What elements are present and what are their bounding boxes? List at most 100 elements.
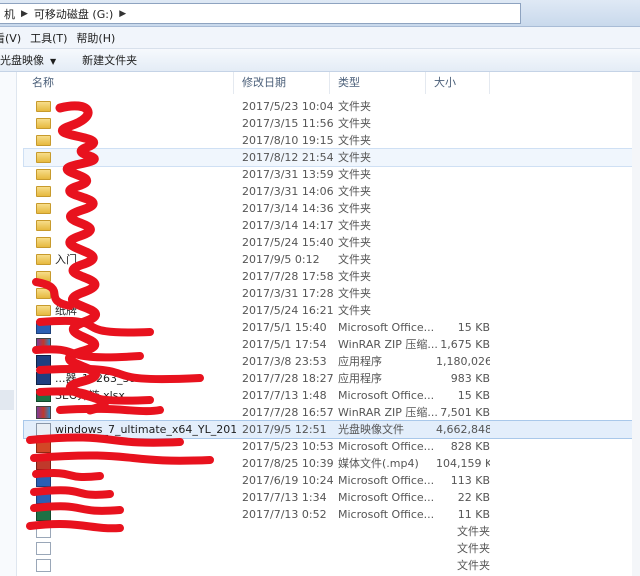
nav-selection[interactable] [0,390,14,410]
folder-icon [36,186,51,197]
column-date[interactable]: 修改日期 [234,72,330,94]
rar-icon [36,338,51,351]
file-name-cell[interactable] [36,268,236,285]
file-size [436,302,490,319]
file-name-cell[interactable] [36,557,236,574]
file-date: 2017/5/1 15:40 [242,321,327,334]
file-row[interactable]: 2017/3/31 14:06 文件夹 [24,183,640,200]
blank-icon [36,559,51,572]
file-row[interactable]: 2017/3/14 14:17 文件夹 [24,217,640,234]
file-size [436,115,490,132]
file-row[interactable]: windows_7_ultimate_x64_YL_2017.iso 2017/9… [23,420,640,439]
file-name-cell[interactable] [36,149,236,166]
file-name-cell[interactable] [36,353,236,370]
file-row[interactable]: 2017/8/10 19:15 文件夹 [24,132,640,149]
folder-icon [36,254,51,265]
file-type: 文件夹 [338,304,371,317]
file-size: 1,180,026... [436,355,490,368]
file-date: 2017/7/13 1:48 [242,389,327,402]
file-row[interactable]: 2017/7/28 16:57 WinRAR ZIP 压缩... 7,501 KB [24,404,640,421]
breadcrumb-computer[interactable]: 机 [0,6,19,22]
file-row[interactable]: 2017/3/31 17:28 文件夹 [24,285,640,302]
file-row[interactable]: 文件夹 [24,540,640,557]
column-type[interactable]: 类型 [330,72,426,94]
file-name-cell[interactable]: 纸牌 [36,302,236,319]
file-name-cell[interactable] [36,472,236,489]
file-size: 文件夹 [457,559,490,572]
file-name-cell[interactable] [36,115,236,132]
column-size[interactable]: 大小 [426,72,490,94]
navigation-pane[interactable] [0,72,17,576]
file-name-cell[interactable] [36,455,236,472]
file-row[interactable]: 2017/7/13 0:52 Microsoft Office... 11 KB [24,506,640,523]
file-name-cell[interactable] [36,98,236,115]
chevron-right-icon[interactable]: ▶ [19,9,30,19]
file-row[interactable]: 纸牌 2017/5/24 16:21 文件夹 [24,302,640,319]
file-name-cell[interactable] [36,183,236,200]
file-date: 2017/6/19 10:24 [242,474,334,487]
file-row[interactable]: 2017/3/14 14:36 文件夹 [24,200,640,217]
breadcrumb-drive[interactable]: 可移动磁盘 (G:) [30,6,117,22]
file-name-cell[interactable] [36,319,236,336]
file-row[interactable]: 2017/3/8 23:53 应用程序 1,180,026... [24,353,640,370]
file-row[interactable]: 2017/6/19 10:24 Microsoft Office... 113 KB [24,472,640,489]
file-row[interactable]: 2017/5/23 10:04 文件夹 [24,98,640,115]
file-row[interactable]: 文件夹 [24,557,640,574]
menu-view[interactable]: 看(V) [0,30,30,46]
excel-icon [36,508,51,521]
file-name: windows_7_ultimate_x64_YL_2017.iso [55,423,236,436]
file-row[interactable]: 2017/8/25 10:39 媒体文件(.mp4) 104,159 KB [24,455,640,472]
file-row[interactable]: 入门 2017/9/5 0:12 文件夹 [24,251,640,268]
file-name-cell[interactable]: ...器_18263_39.exe [36,370,236,387]
file-row[interactable]: 文件夹 [24,523,640,540]
file-name-cell[interactable]: windows_7_ultimate_x64_YL_2017.iso [36,421,236,438]
file-size: 15 KB [457,321,490,334]
column-name[interactable]: 名称 [24,72,234,94]
file-type: Microsoft Office... [338,508,435,521]
file-type [338,523,438,540]
breadcrumb[interactable]: 机 ▶ 可移动磁盘 (G:) ▶ [0,3,521,24]
file-name-cell[interactable] [36,523,236,540]
file-name-cell[interactable] [36,506,236,523]
file-name-cell[interactable]: 入门 [36,251,236,268]
file-row[interactable]: 2017/7/28 17:58 文件夹 [24,268,640,285]
burn-image-button[interactable]: 光盘映像 ▼ [0,52,62,68]
file-name-cell[interactable] [36,285,236,302]
file-name-cell[interactable] [36,489,236,506]
menu-tools[interactable]: 工具(T) [30,30,76,46]
file-row[interactable]: 2017/5/1 15:40 Microsoft Office... 15 KB [24,319,640,336]
file-type: Microsoft Office... [338,474,435,487]
exe-icon [36,355,51,368]
file-name-cell[interactable] [36,234,236,251]
file-row[interactable]: 2017/3/31 13:59 文件夹 [24,166,640,183]
file-name-cell[interactable] [36,217,236,234]
chevron-right-icon[interactable]: ▶ [117,9,128,19]
file-name-cell[interactable] [36,200,236,217]
file-name-cell[interactable]: SEO外链.xlsx [36,387,236,404]
file-type: 文件夹 [338,202,371,215]
new-folder-button[interactable]: 新建文件夹 [76,52,143,68]
file-size: 113 KB [450,474,490,487]
word-icon [36,491,51,504]
file-row[interactable]: 2017/8/12 21:54 文件夹 [23,148,640,167]
file-date: 2017/5/1 17:54 [242,338,327,351]
file-name-cell[interactable] [36,336,236,353]
file-name-cell[interactable] [36,404,236,421]
file-size: 22 KB [457,491,490,504]
vertical-scrollbar[interactable] [632,72,640,576]
file-row[interactable]: ...器_18263_39.exe 2017/7/28 18:27 应用程序 983 … [24,370,640,387]
file-type: 文件夹 [338,168,371,181]
file-row[interactable]: 2017/5/24 15:40 文件夹 [24,234,640,251]
file-row[interactable]: SEO外链.xlsx 2017/7/13 1:48 Microsoft Office… [24,387,640,404]
file-name-cell[interactable] [36,132,236,149]
menu-help[interactable]: 帮助(H) [76,30,124,46]
file-name-cell[interactable] [36,438,236,455]
file-row[interactable]: 2017/7/13 1:34 Microsoft Office... 22 KB [24,489,640,506]
file-name-cell[interactable] [36,540,236,557]
file-size: 15 KB [457,389,490,402]
folder-icon [36,152,51,163]
file-row[interactable]: 2017/5/1 17:54 WinRAR ZIP 压缩... 1,675 KB [24,336,640,353]
file-row[interactable]: 2017/5/23 10:53 Microsoft Office... 828 KB [24,438,640,455]
file-row[interactable]: 2017/3/15 11:56 文件夹 [24,115,640,132]
file-name-cell[interactable] [36,166,236,183]
